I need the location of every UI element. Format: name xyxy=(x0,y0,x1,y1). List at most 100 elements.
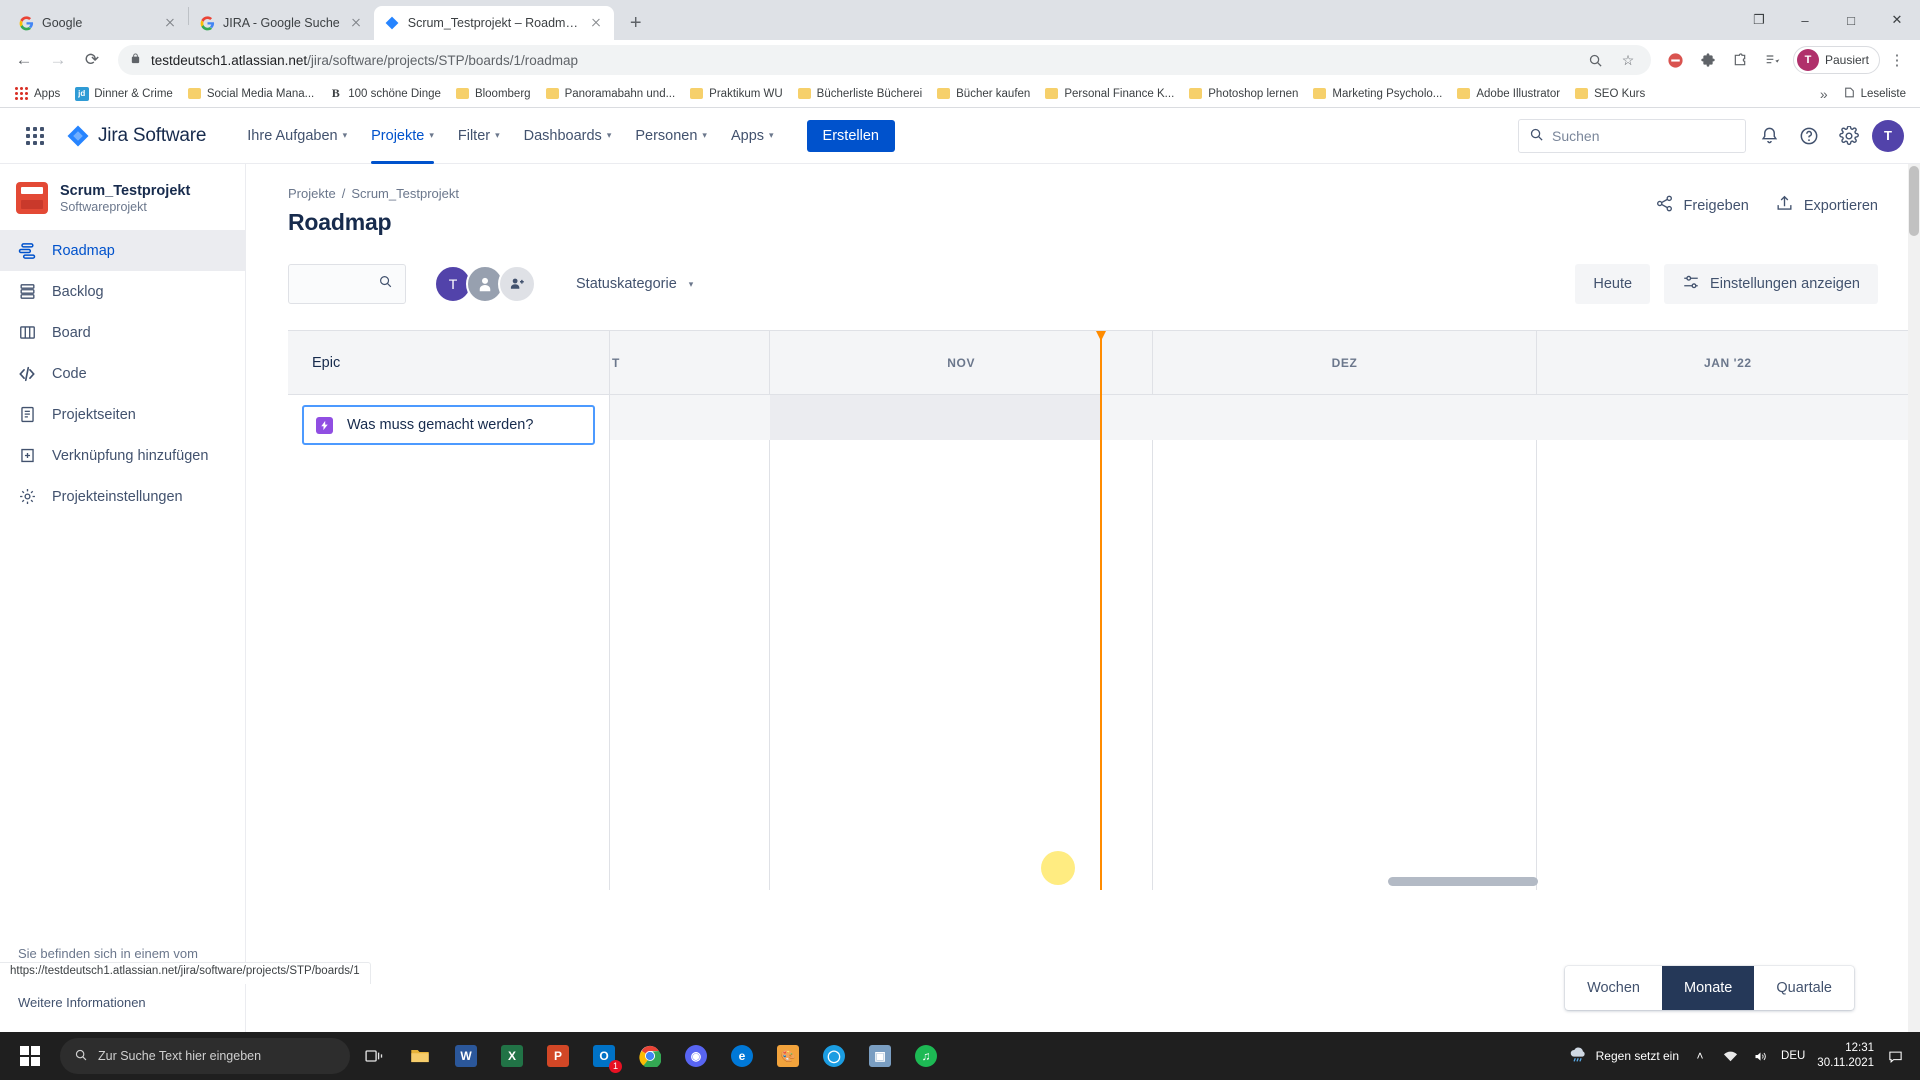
search-input[interactable]: Suchen xyxy=(1518,118,1746,153)
share-button[interactable]: Freigeben xyxy=(1655,194,1749,217)
clock[interactable]: 12:31 30.11.2021 xyxy=(1817,1041,1874,1071)
nav-item-dashboards[interactable]: Dashboards ▾ xyxy=(513,116,623,156)
task-view-button[interactable] xyxy=(352,1034,396,1078)
browser-tab-jira-roadmap[interactable]: Scrum_Testprojekt – Roadmap - xyxy=(373,6,614,40)
nav-item-apps[interactable]: Apps ▾ xyxy=(720,116,785,156)
vertical-scrollbar-track[interactable] xyxy=(1908,164,1920,1032)
adblock-icon[interactable] xyxy=(1661,45,1691,75)
close-icon[interactable] xyxy=(348,15,364,31)
notification-icon[interactable] xyxy=(1886,1049,1904,1064)
reload-icon[interactable]: ⟳ xyxy=(76,44,108,76)
vertical-scrollbar-thumb[interactable] xyxy=(1909,166,1919,236)
create-button[interactable]: Erstellen xyxy=(806,119,895,152)
gear-icon[interactable] xyxy=(1832,119,1866,153)
maximize-button[interactable]: □ xyxy=(1828,4,1874,36)
bookmark-adobe-illustrator[interactable]: Adobe Illustrator xyxy=(1450,83,1566,104)
app-switcher-icon[interactable] xyxy=(16,119,54,153)
add-people-button[interactable] xyxy=(498,265,536,303)
breadcrumb-project[interactable]: Scrum_Testprojekt xyxy=(351,186,459,201)
taskbar-search-box[interactable]: Zur Suche Text hier eingeben xyxy=(60,1038,350,1074)
taskbar-app-edge[interactable]: ◯ xyxy=(812,1034,856,1078)
minimize-button[interactable]: – xyxy=(1782,4,1828,36)
address-bar[interactable]: testdeutsch1.atlassian.net/jira/software… xyxy=(118,45,1651,75)
bookmark-marketing-psychologie[interactable]: Marketing Psycholo... xyxy=(1306,83,1448,104)
breadcrumb-projekte[interactable]: Projekte xyxy=(288,186,336,201)
taskbar-app-chrome[interactable] xyxy=(628,1034,672,1078)
view-option-monate[interactable]: Monate xyxy=(1662,966,1755,1010)
sidebar-item-backlog[interactable]: Backlog xyxy=(0,271,245,312)
bookmark-buecherliste[interactable]: Bücherliste Bücherei xyxy=(791,83,928,104)
taskbar-app-edge-legacy[interactable]: e xyxy=(720,1034,764,1078)
close-icon[interactable] xyxy=(588,15,604,31)
bookmarks-overflow-button[interactable]: » xyxy=(1813,83,1835,105)
taskbar-app-paint[interactable]: 🎨 xyxy=(766,1034,810,1078)
sidebar-item-verknuepfung-hinzufuegen[interactable]: Verknüpfung hinzufügen xyxy=(0,435,245,476)
taskbar-app-outlook[interactable]: O 1 xyxy=(582,1034,626,1078)
nav-item-filter[interactable]: Filter ▾ xyxy=(447,116,511,156)
puzzle-icon[interactable] xyxy=(1725,45,1755,75)
bookmark-dinner-crime[interactable]: jd Dinner & Crime xyxy=(68,83,179,104)
bookmark-bloomberg[interactable]: Bloomberg xyxy=(449,83,537,104)
bookmark-social-media[interactable]: Social Media Mana... xyxy=(181,83,320,104)
close-window-button[interactable]: ✕ xyxy=(1874,4,1920,36)
extension-icon[interactable] xyxy=(1693,45,1723,75)
back-icon[interactable]: ← xyxy=(8,44,40,76)
bookmark-100-schoene-dinge[interactable]: B 100 schöne Dinge xyxy=(322,83,447,104)
bookmark-praktikum-wu[interactable]: Praktikum WU xyxy=(683,83,788,104)
sidebar-item-roadmap[interactable]: Roadmap xyxy=(0,230,245,272)
new-tab-button[interactable]: + xyxy=(622,9,650,37)
browser-tab-google[interactable]: Google xyxy=(8,6,188,40)
taskbar-app-powerpoint[interactable]: P xyxy=(536,1034,580,1078)
view-option-wochen[interactable]: Wochen xyxy=(1565,966,1662,1010)
roadmap-search-input[interactable] xyxy=(288,264,406,304)
reading-list-button[interactable]: Leseliste xyxy=(1837,83,1912,105)
horizontal-scrollbar[interactable] xyxy=(1388,877,1538,886)
sidebar-item-projektseiten[interactable]: Projektseiten xyxy=(0,394,245,435)
nav-item-personen[interactable]: Personen ▾ xyxy=(624,116,718,156)
browser-tab-jira-search[interactable]: JIRA - Google Suche xyxy=(189,6,374,40)
bookmark-apps[interactable]: Apps xyxy=(8,83,66,104)
volume-icon[interactable] xyxy=(1751,1049,1769,1064)
restore-down-icon[interactable]: ❐ xyxy=(1736,4,1782,36)
search-zoom-icon[interactable] xyxy=(1585,49,1607,71)
sidebar-item-projekteinstellungen[interactable]: Projekteinstellungen xyxy=(0,476,245,517)
nav-item-ihre-aufgaben[interactable]: Ihre Aufgaben ▾ xyxy=(236,116,358,156)
taskbar-app-excel[interactable]: X xyxy=(490,1034,534,1078)
bookmark-personal-finance[interactable]: Personal Finance K... xyxy=(1038,83,1180,104)
bookmark-seo-kurs[interactable]: SEO Kurs xyxy=(1568,83,1651,104)
sidebar-item-code[interactable]: Code xyxy=(0,353,245,394)
export-button[interactable]: Exportieren xyxy=(1775,194,1878,217)
taskbar-app-discord[interactable]: ◉ xyxy=(674,1034,718,1078)
taskbar-app-word[interactable]: W xyxy=(444,1034,488,1078)
sidebar-item-board[interactable]: Board xyxy=(0,312,245,353)
bookmark-buecher-kaufen[interactable]: Bücher kaufen xyxy=(930,83,1036,104)
status-category-filter[interactable]: Statuskategorie ▾ xyxy=(576,276,693,292)
profile-chip[interactable]: T Pausiert xyxy=(1792,46,1880,74)
taskbar-app-spotify[interactable]: ♫ xyxy=(904,1034,948,1078)
taskbar-app-photos[interactable]: ▣ xyxy=(858,1034,902,1078)
tray-chevron-up-icon[interactable]: ˄ xyxy=(1691,1049,1709,1063)
taskbar-app-file-explorer[interactable] xyxy=(398,1034,442,1078)
nav-item-projekte[interactable]: Projekte ▾ xyxy=(360,116,445,164)
project-header[interactable]: Scrum_Testprojekt Softwareprojekt xyxy=(0,182,245,230)
bookmark-panoramabahn[interactable]: Panoramabahn und... xyxy=(539,83,682,104)
network-icon[interactable] xyxy=(1721,1049,1739,1064)
keyboard-language[interactable]: DEU xyxy=(1781,1050,1805,1062)
sidebar-footer-link[interactable]: Weitere Informationen xyxy=(18,995,227,1010)
weather-widget[interactable]: Regen setzt ein xyxy=(1568,1045,1679,1068)
help-icon[interactable] xyxy=(1792,119,1826,153)
view-settings-button[interactable]: Einstellungen anzeigen xyxy=(1664,264,1878,304)
start-button[interactable] xyxy=(6,1032,54,1080)
bookmark-star-icon[interactable]: ☆ xyxy=(1617,49,1639,71)
close-icon[interactable] xyxy=(162,15,178,31)
user-avatar[interactable]: T xyxy=(1872,119,1904,152)
epic-name-input[interactable]: Was muss gemacht werden? xyxy=(302,405,595,445)
today-button[interactable]: Heute xyxy=(1575,264,1651,304)
chrome-menu-icon[interactable]: ⋮ xyxy=(1882,45,1912,75)
bookmark-photoshop[interactable]: Photoshop lernen xyxy=(1182,83,1304,104)
notifications-icon[interactable] xyxy=(1752,119,1786,153)
view-option-quartale[interactable]: Quartale xyxy=(1754,966,1854,1010)
forward-icon[interactable]: → xyxy=(42,44,74,76)
reading-list-icon[interactable] xyxy=(1757,45,1787,75)
jira-logo[interactable]: Jira Software xyxy=(58,124,214,148)
